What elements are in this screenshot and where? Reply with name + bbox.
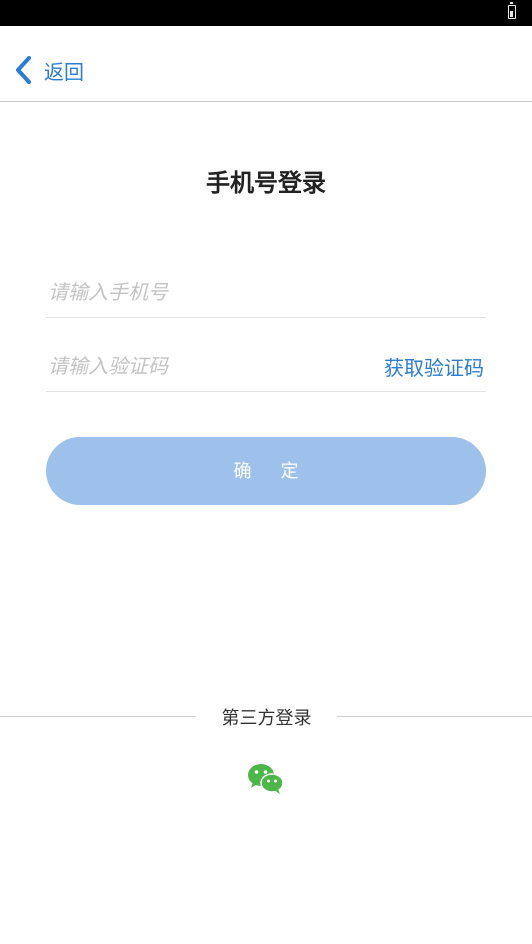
third-party-divider: 第三方登录 <box>0 700 532 732</box>
phone-input[interactable] <box>46 268 326 316</box>
code-input[interactable] <box>46 342 326 390</box>
get-code-button[interactable]: 获取验证码 <box>384 352 484 381</box>
confirm-button[interactable]: 确 定 <box>46 437 486 505</box>
back-label: 返回 <box>44 59 84 84</box>
code-field: 获取验证码 <box>46 342 486 392</box>
wechat-login-button[interactable] <box>246 762 286 796</box>
nav-bar: 返回 <box>0 26 532 102</box>
battery-icon <box>508 2 516 19</box>
phone-field <box>46 268 486 318</box>
back-button[interactable]: 返回 <box>12 50 84 90</box>
status-bar <box>0 0 532 26</box>
divider-line-left <box>0 716 196 717</box>
divider-line-right <box>337 716 532 717</box>
page-title: 手机号登录 <box>206 169 326 197</box>
chevron-left-icon <box>16 56 31 84</box>
wechat-icon <box>248 764 284 794</box>
third-party-label: 第三方登录 <box>221 708 312 729</box>
